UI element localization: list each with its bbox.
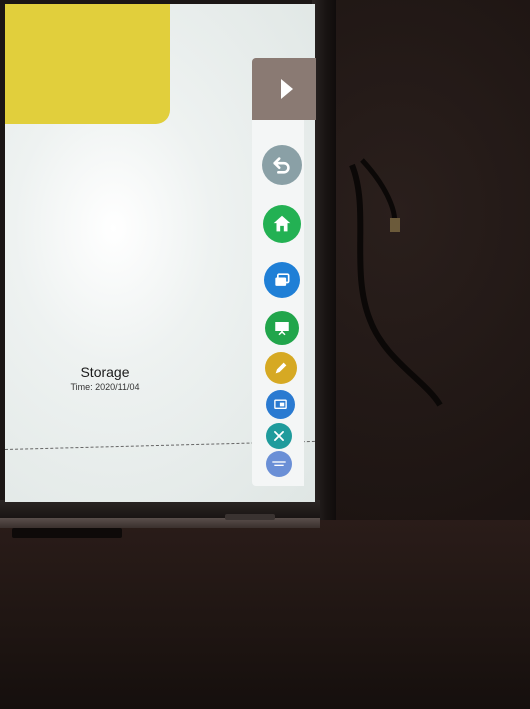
screen-icon — [274, 399, 287, 409]
home-icon — [273, 215, 291, 232]
pen-icon — [275, 362, 287, 374]
windows-button[interactable] — [264, 262, 300, 298]
tools-button[interactable] — [266, 423, 292, 449]
windows-icon — [275, 273, 290, 286]
photo-scene: Storage Time: 2020/11/04 — [0, 0, 530, 709]
pen-tray-slot — [12, 528, 122, 538]
more-button[interactable] — [266, 451, 292, 477]
home-button[interactable] — [263, 205, 301, 243]
storage-title: Storage — [80, 364, 130, 380]
whiteboard-icon — [275, 322, 289, 336]
sidebar-collapse-button[interactable] — [252, 58, 316, 120]
hanging-cable — [349, 158, 443, 407]
back-button[interactable] — [262, 145, 302, 185]
whiteboard-button[interactable] — [265, 311, 299, 345]
chevron-right-icon — [281, 79, 293, 99]
screen-button[interactable] — [266, 390, 295, 419]
back-arrow-icon — [273, 157, 290, 174]
app-tile-yellow[interactable] — [5, 4, 170, 124]
more-icon — [272, 461, 286, 466]
tools-icon — [274, 431, 284, 441]
front-panel-buttons[interactable] — [225, 514, 275, 520]
wall-lower — [0, 520, 530, 709]
storage-time: Time: 2020/11/04 — [70, 382, 140, 392]
annotate-button[interactable] — [265, 352, 297, 384]
